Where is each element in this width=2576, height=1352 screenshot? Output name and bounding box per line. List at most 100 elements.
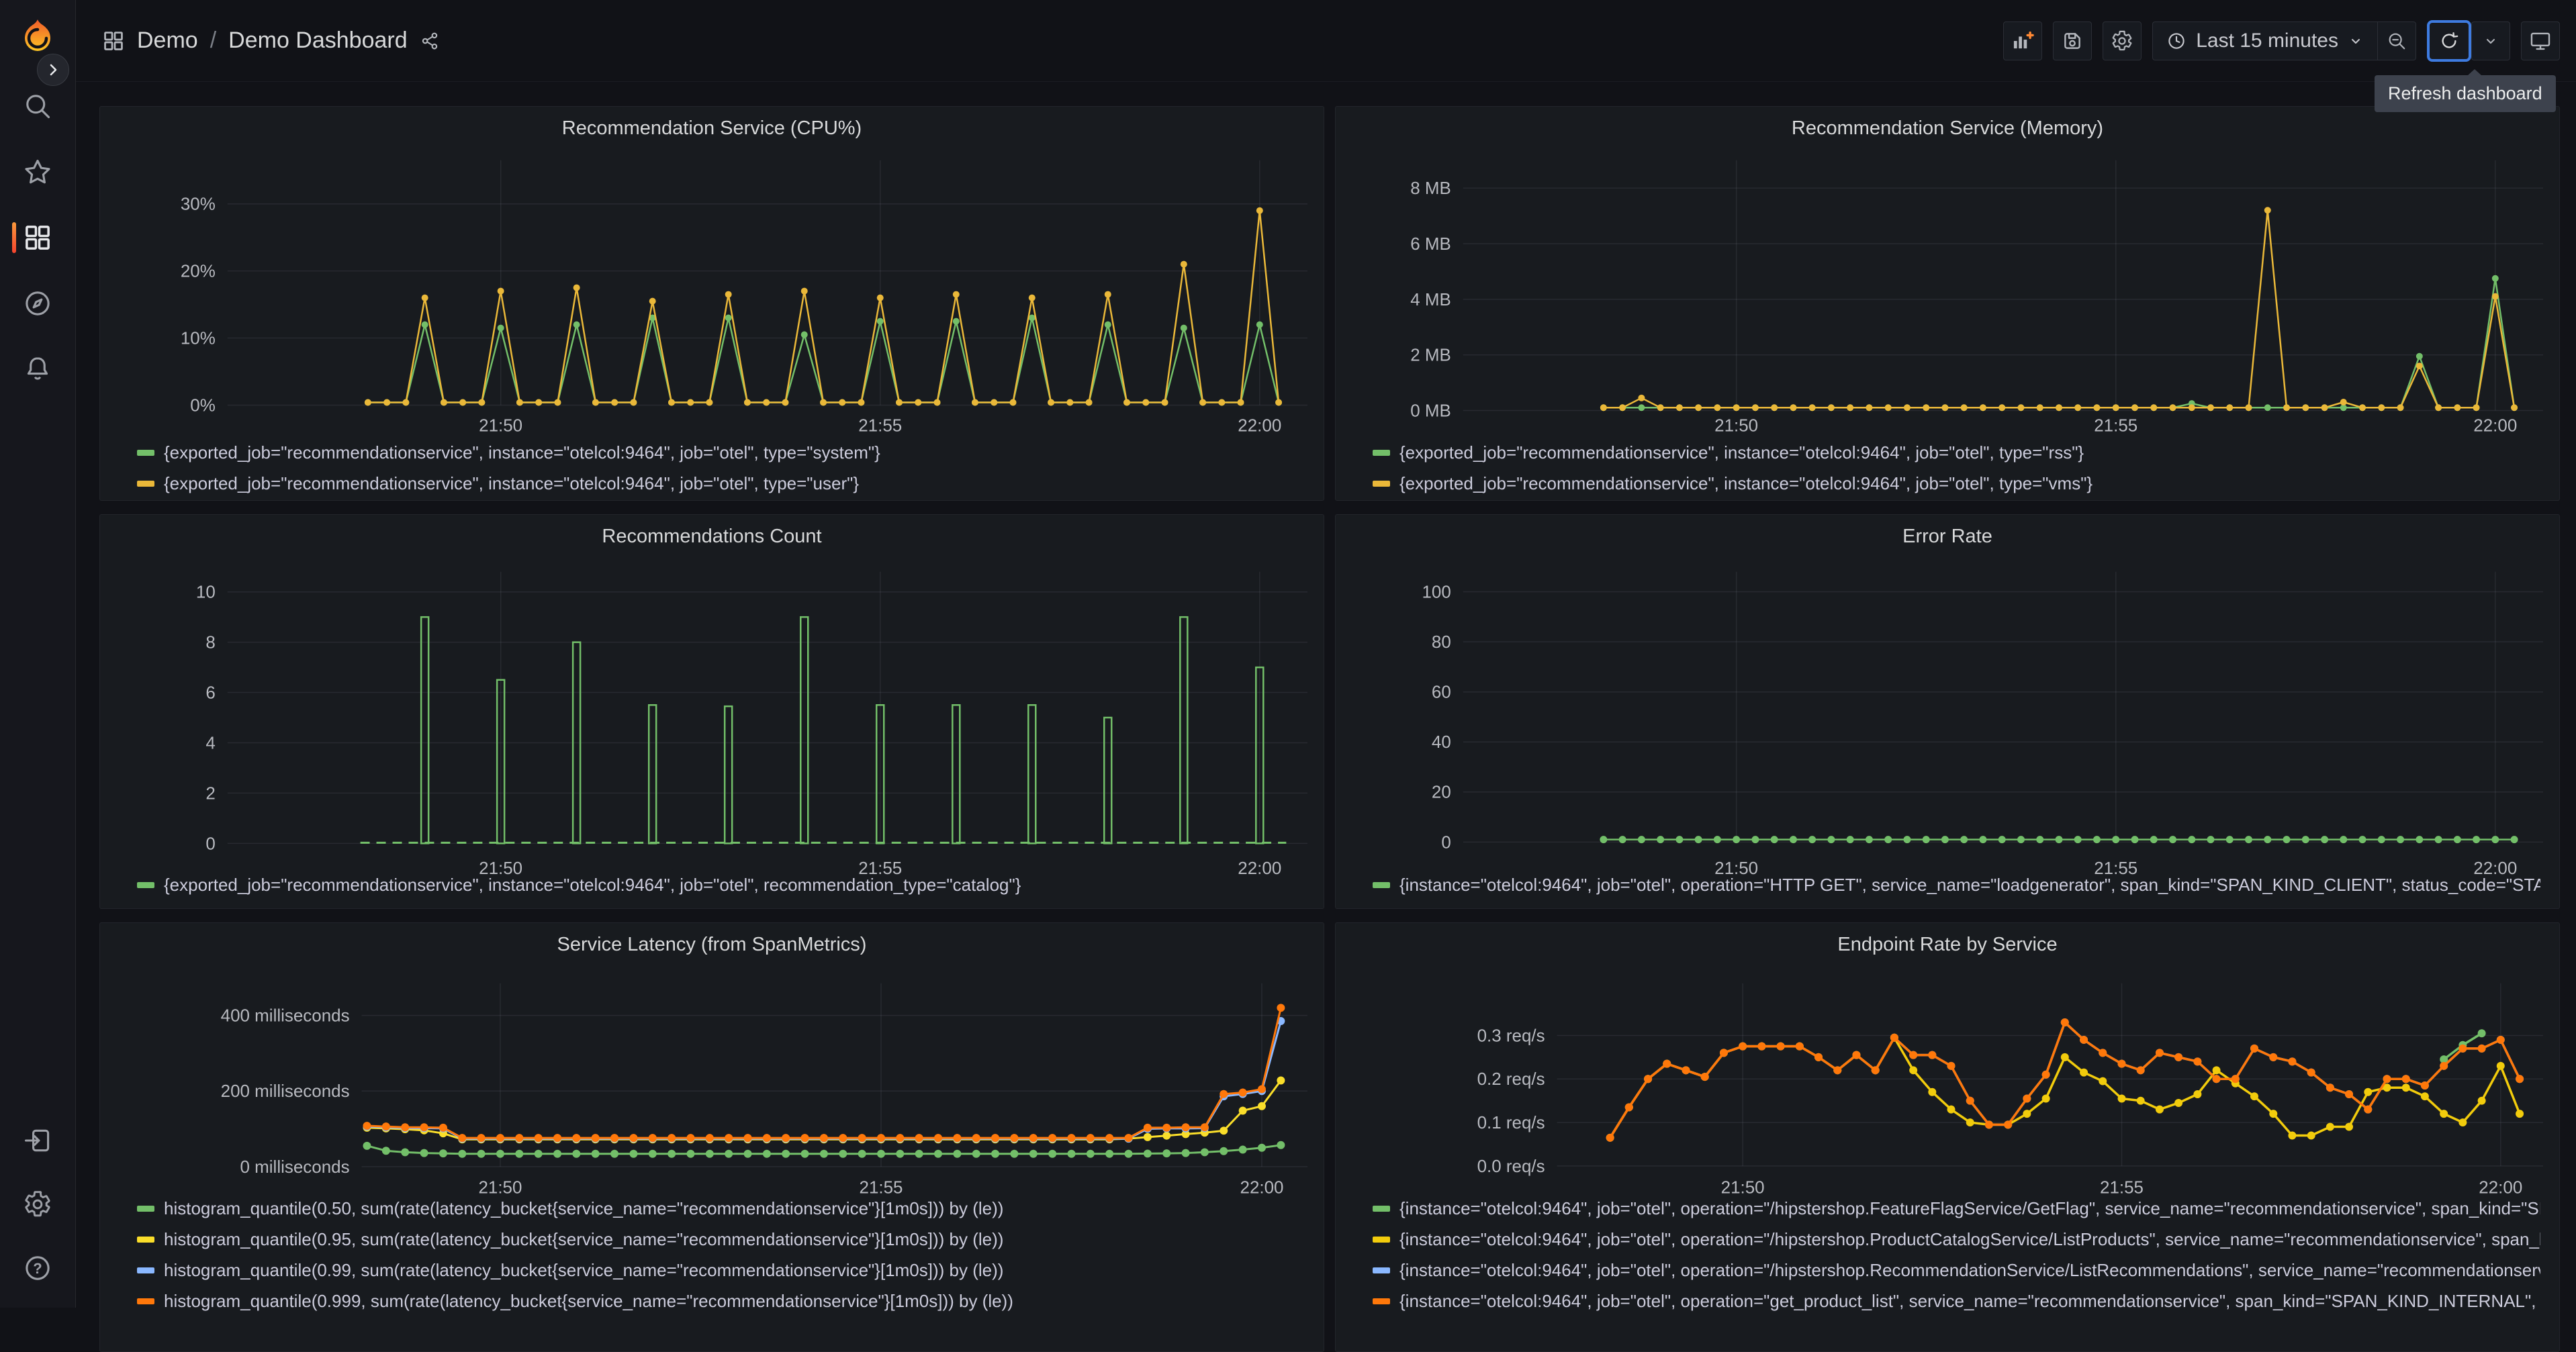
zoom-out-button[interactable] — [2377, 21, 2416, 60]
chevron-down-icon — [2352, 38, 2360, 44]
legend-item[interactable]: {instance="otelcol:9464", job="otel", op… — [1373, 1286, 2540, 1316]
svg-text:60: 60 — [1432, 683, 1451, 702]
star-icon — [25, 159, 50, 184]
bell-icon — [27, 357, 48, 380]
breadcrumb-section[interactable]: Demo — [137, 28, 198, 54]
legend-item[interactable]: histogram_quantile(0.95, sum(rate(latenc… — [137, 1224, 1305, 1255]
gear-icon — [2112, 30, 2132, 50]
time-series-plot[interactable]: 02040608010021:50 21:55 22:00 — [1336, 515, 2559, 908]
svg-text:21:55: 21:55 — [2094, 416, 2137, 435]
dashboards-grid-icon — [104, 31, 123, 50]
top-nav: Demo / Demo Dashboard Last 15 minutes Re… — [75, 0, 2576, 112]
svg-text:2 MB: 2 MB — [1410, 346, 1451, 365]
sidebar-expand-button[interactable] — [37, 54, 69, 86]
legend-label: histogram_quantile(0.999, sum(rate(laten… — [164, 1290, 1013, 1311]
svg-text:30%: 30% — [181, 195, 216, 214]
time-range-picker[interactable]: Last 15 minutes — [2152, 21, 2377, 60]
sidebar-nav — [0, 91, 75, 385]
legend-label: {instance="otelcol:9464", job="otel", op… — [1399, 874, 2540, 895]
legend-swatch — [137, 1267, 154, 1273]
breadcrumb: Demo / Demo Dashboard — [102, 28, 440, 54]
time-range-group: Last 15 minutes — [2152, 21, 2416, 60]
sidebar-item-starred[interactable] — [0, 156, 75, 187]
svg-text:20: 20 — [1432, 783, 1451, 802]
legend-swatch — [1373, 1236, 1390, 1243]
legend-swatch — [137, 1298, 154, 1304]
legend-label: histogram_quantile(0.95, sum(rate(latenc… — [164, 1228, 1004, 1249]
svg-text:20%: 20% — [181, 262, 216, 281]
legend-label: {instance="otelcol:9464", job="otel", op… — [1399, 1228, 2540, 1249]
legend-label: {instance="otelcol:9464", job="otel", op… — [1399, 1198, 2540, 1218]
time-series-plot[interactable]: 024681021:50 21:55 22:00 — [100, 515, 1324, 908]
sidebar-item-search[interactable] — [0, 91, 75, 122]
legend-item[interactable]: {exported_job="recommendationservice", i… — [1373, 437, 2540, 468]
breadcrumb-separator: / — [210, 28, 217, 53]
sidebar-item-sign-in[interactable] — [0, 1125, 75, 1156]
panel-service-latency: Service Latency (from SpanMetrics) 0 mil… — [99, 922, 1324, 1352]
chevron-right-icon — [50, 64, 57, 76]
sidebar-item-explore[interactable] — [0, 288, 75, 319]
panel-recommendation-cpu: Recommendation Service (CPU%) 0% 10% 20% 30… — [99, 106, 1324, 501]
refresh-group: Refresh dashboard — [2375, 19, 2556, 112]
legend-item[interactable]: histogram_quantile(0.999, sum(rate(laten… — [137, 1286, 1305, 1316]
legend-swatch — [137, 449, 154, 456]
panel-legend: histogram_quantile(0.50, sum(rate(latenc… — [137, 1193, 1305, 1316]
legend-item[interactable]: {instance="otelcol:9464", job="otel", op… — [1373, 1224, 2540, 1255]
refresh-interval-button[interactable] — [2471, 21, 2510, 60]
svg-text:21:50: 21:50 — [479, 416, 522, 435]
legend-item[interactable]: histogram_quantile(0.50, sum(rate(latenc… — [137, 1193, 1305, 1224]
svg-text:200 milliseconds: 200 milliseconds — [221, 1082, 350, 1101]
svg-text:0.0 req/s: 0.0 req/s — [1477, 1157, 1545, 1176]
legend-item[interactable]: {instance="otelcol:9464", job="otel", op… — [1373, 1255, 2540, 1286]
svg-text:4: 4 — [205, 734, 215, 753]
sidebar-item-settings[interactable] — [0, 1189, 75, 1220]
compass-icon — [26, 291, 50, 316]
refresh-icon — [2442, 32, 2458, 48]
add-panel-icon — [2014, 31, 2034, 48]
legend-item[interactable]: {exported_job="recommendationservice", i… — [137, 437, 1305, 468]
panel-endpoint-rate: Endpoint Rate by Service 0.0 req/s 0.1 re… — [1335, 922, 2560, 1352]
svg-text:0 milliseconds: 0 milliseconds — [240, 1158, 350, 1177]
save-dashboard-button[interactable] — [2053, 21, 2092, 60]
kiosk-mode-button[interactable] — [2521, 21, 2560, 60]
panel-recommendation-memory: Recommendation Service (Memory) 0 MB 2 MB… — [1335, 106, 2560, 501]
legend-label: histogram_quantile(0.50, sum(rate(latenc… — [164, 1198, 1004, 1218]
chevron-down-icon — [2487, 38, 2495, 44]
legend-item[interactable]: {instance="otelcol:9464", job="otel", op… — [1373, 1193, 2540, 1224]
legend-swatch — [1373, 1298, 1390, 1304]
sidebar-item-help[interactable]: ? — [0, 1253, 75, 1284]
breadcrumb-page: Demo Dashboard — [228, 28, 408, 53]
legend-label: {instance="otelcol:9464", job="otel", op… — [1399, 1259, 2540, 1280]
svg-text:0.1 req/s: 0.1 req/s — [1477, 1114, 1545, 1132]
gear-icon — [25, 1191, 50, 1217]
svg-text:21:50: 21:50 — [1714, 416, 1758, 435]
sidebar: ? — [0, 0, 76, 1308]
legend-item[interactable]: {exported_job="recommendationservice", i… — [137, 869, 1305, 900]
legend-swatch — [137, 1205, 154, 1212]
legend-label: {exported_job="recommendationservice", i… — [164, 874, 1021, 895]
svg-text:4 MB: 4 MB — [1410, 291, 1451, 309]
legend-item[interactable]: {exported_job="recommendationservice", i… — [137, 468, 1305, 499]
legend-swatch — [137, 1236, 154, 1243]
legend-label: {instance="otelcol:9464", job="otel", op… — [1399, 1290, 2540, 1311]
sidebar-item-alerting[interactable] — [0, 354, 75, 385]
svg-text:10: 10 — [196, 583, 216, 602]
svg-text:400 milliseconds: 400 milliseconds — [221, 1007, 350, 1026]
dashboard-settings-button[interactable] — [2103, 21, 2142, 60]
legend-item[interactable]: histogram_quantile(0.99, sum(rate(latenc… — [137, 1255, 1305, 1286]
svg-text:22:00: 22:00 — [1238, 416, 1281, 435]
legend-swatch — [1373, 1205, 1390, 1212]
tooltip-refresh-dashboard: Refresh dashboard — [2375, 68, 2556, 112]
add-panel-button[interactable] — [2003, 21, 2043, 60]
refresh-button[interactable] — [2427, 19, 2471, 62]
legend-item[interactable]: {exported_job="recommendationservice", i… — [1373, 468, 2540, 499]
dashboard-toolbar: Last 15 minutes Refresh dashboard — [2003, 19, 2560, 112]
panel-recommendations-count: Recommendations Count 0 2 4 6 8 10 21:50 21:55 2… — [99, 514, 1324, 909]
share-icon[interactable] — [420, 31, 440, 51]
svg-text:6: 6 — [205, 683, 215, 702]
panel-error-rate: Error Rate 0 20 40 60 80 100 21:50 21:55 22:00 {… — [1335, 514, 2560, 909]
legend-item[interactable]: {instance="otelcol:9464", job="otel", op… — [1373, 869, 2540, 900]
svg-text:100: 100 — [1422, 583, 1451, 602]
svg-text:0: 0 — [205, 834, 215, 853]
sidebar-item-dashboards[interactable] — [0, 222, 75, 253]
